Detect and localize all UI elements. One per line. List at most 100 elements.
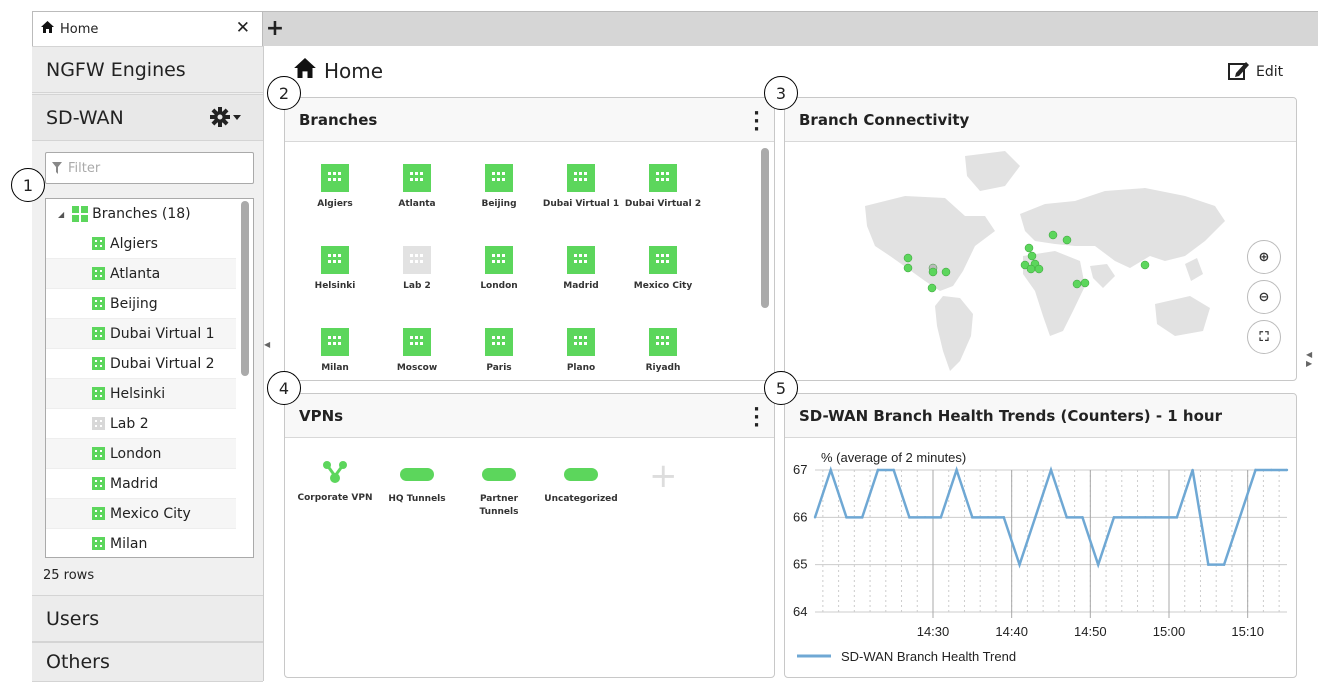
zoom-in-button[interactable]: ⊕ xyxy=(1247,240,1281,274)
branch-location-marker[interactable] xyxy=(1027,251,1037,261)
home-icon xyxy=(294,58,316,83)
data-point xyxy=(1222,563,1226,566)
tree-item[interactable]: Madrid xyxy=(46,469,236,499)
more-options-icon[interactable]: · · · xyxy=(753,105,760,139)
callout-marker: 4 xyxy=(267,371,301,405)
branch-label: Dubai Virtual 2 xyxy=(624,199,702,209)
panel-title: Branch Connectivity xyxy=(799,110,970,129)
branch-icon xyxy=(321,246,349,274)
zoom-out-button[interactable]: ⊖ xyxy=(1247,280,1281,314)
new-tab-button[interactable]: + xyxy=(264,11,286,46)
branch-label: Moscow xyxy=(396,363,438,373)
tree-item[interactable]: Beijing xyxy=(46,289,236,319)
data-point xyxy=(1285,468,1289,472)
edit-icon xyxy=(1228,60,1250,84)
tree-item[interactable]: London xyxy=(46,439,236,469)
branch-location-marker[interactable] xyxy=(1026,264,1036,274)
tree-item-label: Milan xyxy=(110,535,148,552)
data-point xyxy=(1081,516,1084,519)
branch-tile[interactable]: Helsinki xyxy=(295,246,375,293)
branch-location-marker[interactable] xyxy=(1140,260,1150,270)
branch-location-marker[interactable] xyxy=(1080,278,1090,288)
tree-root-label: Branches (18) xyxy=(92,206,191,222)
tree-item[interactable]: Dubai Virtual 2 xyxy=(46,349,236,379)
branch-icon xyxy=(403,328,431,356)
data-point xyxy=(1207,563,1210,566)
branch-tile[interactable]: Moscow xyxy=(377,328,457,375)
branch-location-marker[interactable] xyxy=(941,267,951,277)
branch-tile[interactable]: Plano xyxy=(541,328,621,375)
data-point xyxy=(955,468,958,472)
branch-tile[interactable]: Mexico City xyxy=(623,246,703,293)
vpn-tile[interactable]: HQ Tunnels xyxy=(377,460,457,506)
tree-item[interactable]: Algiers xyxy=(46,229,236,259)
branch-icon xyxy=(403,164,431,192)
more-options-icon[interactable]: · · · xyxy=(753,401,760,435)
branch-tile[interactable]: Riyadh xyxy=(623,328,703,375)
tree-item[interactable]: Helsinki xyxy=(46,379,236,409)
add-vpn-button[interactable]: + xyxy=(649,459,678,493)
branch-tile[interactable]: Algiers xyxy=(295,164,375,211)
callout-marker: 5 xyxy=(764,371,798,405)
tree-item[interactable]: Mexico City xyxy=(46,499,236,529)
fit-map-button[interactable]: ⛶ xyxy=(1247,320,1281,354)
section-others[interactable]: Others xyxy=(32,642,263,682)
tree-item[interactable]: Atlanta xyxy=(46,259,236,289)
tree-item[interactable]: Lab 2 xyxy=(46,409,236,439)
panel-title: SD-WAN Branch Health Trends (Counters) -… xyxy=(799,406,1222,425)
branch-icon xyxy=(92,387,105,400)
vpn-tile[interactable]: Uncategorized xyxy=(541,460,621,506)
page-title: Home xyxy=(294,58,383,83)
branch-tile[interactable]: Beijing xyxy=(459,164,539,211)
tree-item-label: Dubai Virtual 1 xyxy=(110,325,215,342)
close-icon[interactable]: ✕ xyxy=(236,18,250,38)
data-point xyxy=(861,516,864,519)
vpn-tile[interactable]: Partner Tunnels xyxy=(459,460,539,519)
section-users[interactable]: Users xyxy=(32,595,263,642)
branch-location-marker[interactable] xyxy=(903,263,913,273)
panel-header: VPNs · · · xyxy=(285,394,774,438)
branch-icon xyxy=(403,246,431,274)
section-ngfw-engines[interactable]: NGFW Engines xyxy=(32,46,263,93)
branch-location-marker[interactable] xyxy=(1024,243,1034,253)
collapse-arrow-icon[interactable]: ◢ xyxy=(58,210,64,219)
branch-location-marker[interactable] xyxy=(1062,235,1072,245)
gear-icon[interactable] xyxy=(210,106,244,133)
edit-button[interactable]: Edit xyxy=(1228,60,1283,84)
branch-location-marker[interactable] xyxy=(927,283,937,293)
tree-item[interactable]: Dubai Virtual 1 xyxy=(46,319,236,349)
data-point xyxy=(1191,468,1194,472)
branch-location-marker[interactable] xyxy=(928,267,938,277)
branch-tile[interactable]: Paris xyxy=(459,328,539,375)
tree-item[interactable]: Milan xyxy=(46,529,236,557)
tree-item-label: London xyxy=(110,445,162,462)
data-point xyxy=(845,516,848,519)
collapse-sidebar-handle[interactable]: ◀ xyxy=(264,340,272,370)
tab-home[interactable]: Home ✕ xyxy=(32,11,263,46)
branch-location-marker[interactable] xyxy=(1034,264,1044,274)
branch-tile[interactable]: Dubai Virtual 2 xyxy=(623,164,703,211)
filter-input[interactable]: Filter xyxy=(45,152,254,184)
vpn-label: HQ Tunnels xyxy=(388,494,446,504)
tree-root-branches[interactable]: ◢ Branches (18) xyxy=(46,199,236,229)
branch-tile[interactable]: Lab 2 xyxy=(377,246,457,293)
branch-tile[interactable]: Dubai Virtual 1 xyxy=(541,164,621,211)
branch-location-marker[interactable] xyxy=(1048,230,1058,240)
branch-icon xyxy=(567,164,595,192)
branch-icon xyxy=(321,328,349,356)
branch-tile[interactable]: Milan xyxy=(295,328,375,375)
branch-location-marker[interactable] xyxy=(1072,279,1082,289)
branch-location-marker[interactable] xyxy=(903,253,913,263)
world-map[interactable] xyxy=(845,146,1265,378)
branches-scrollbar[interactable] xyxy=(761,148,769,308)
branch-tile[interactable]: Madrid xyxy=(541,246,621,293)
branch-icon xyxy=(92,447,105,460)
filter-placeholder: Filter xyxy=(68,160,101,176)
collapse-right-handle[interactable]: ◀ ▶ xyxy=(1306,350,1312,368)
section-sd-wan[interactable]: SD-WAN xyxy=(32,94,263,141)
vpn-tile[interactable]: Corporate VPN xyxy=(295,460,375,505)
x-tick-label: 14:50 xyxy=(1074,624,1107,639)
branch-tile[interactable]: London xyxy=(459,246,539,293)
branch-tile[interactable]: Atlanta xyxy=(377,164,457,211)
tree-scrollbar[interactable] xyxy=(241,201,249,376)
